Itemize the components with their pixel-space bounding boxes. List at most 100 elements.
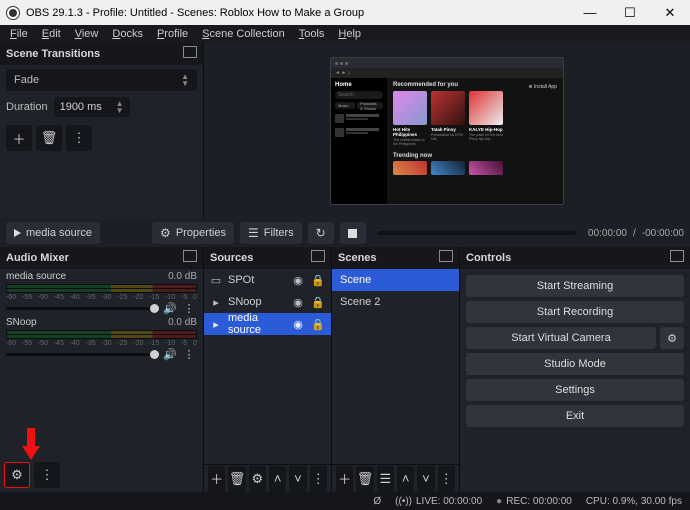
scene-move-down-button[interactable]: ˅ xyxy=(417,466,434,492)
visibility-icon[interactable]: ◉ xyxy=(291,318,305,331)
start-virtual-camera-button[interactable]: Start Virtual Camera xyxy=(466,327,656,349)
window-capture-icon: ▭ xyxy=(210,274,222,287)
app-icon xyxy=(6,6,20,20)
source-item[interactable]: ▸SNoop◉🔒 xyxy=(204,291,331,313)
menu-file[interactable]: File xyxy=(4,27,34,41)
popout-icon[interactable] xyxy=(313,252,325,265)
source-item[interactable]: ▸media source◉🔒 xyxy=(204,313,331,335)
window-titlebar: OBS 29.1.3 - Profile: Untitled - Scenes:… xyxy=(0,0,690,25)
program-preview[interactable]: ◄ ► ⌂ Home Search Music Podcasts & Shows… xyxy=(204,43,690,219)
speaker-icon[interactable]: 🔊 xyxy=(163,348,177,361)
exit-button[interactable]: Exit xyxy=(466,405,684,427)
start-streaming-button[interactable]: Start Streaming xyxy=(466,275,684,297)
window-close-button[interactable]: ✕ xyxy=(650,0,690,25)
source-move-down-button[interactable]: ˅ xyxy=(289,466,306,492)
speaker-icon[interactable]: 🔊 xyxy=(163,302,177,315)
mixer-channel: media source0.0 dB -60-55-50-45-40-35-30… xyxy=(0,269,203,315)
mixer-meter xyxy=(6,284,197,293)
status-cpu: CPU: 0.9%, 30.00 fps xyxy=(586,496,682,507)
scene-move-up-button[interactable]: ˄ xyxy=(397,466,414,492)
properties-button[interactable]: ⚙Properties xyxy=(152,222,234,244)
duration-value: 1900 ms xyxy=(60,101,102,113)
scene-options-button[interactable]: ⋮ xyxy=(438,466,455,492)
preview-install: ⊕ Install App xyxy=(528,84,557,90)
source-add-button[interactable]: ＋ xyxy=(208,466,225,492)
preview-rec-label: Recommended for you xyxy=(393,82,458,88)
transition-remove-button[interactable]: 🗑 xyxy=(36,125,62,151)
settings-button[interactable]: Settings xyxy=(466,379,684,401)
menu-view[interactable]: View xyxy=(69,27,105,41)
stop-media-button[interactable] xyxy=(340,222,366,244)
play-icon xyxy=(14,229,21,237)
popout-icon[interactable] xyxy=(672,252,684,265)
signal-icon: ((•)) xyxy=(395,496,412,507)
mixer-options-button[interactable]: ⋮ xyxy=(34,462,60,488)
transition-add-button[interactable]: ＋ xyxy=(6,125,32,151)
mixer-meter xyxy=(6,330,197,339)
visibility-icon[interactable]: ◉ xyxy=(291,274,305,287)
media-icon: ▸ xyxy=(210,318,222,331)
filters-button[interactable]: ☰Filters xyxy=(240,222,302,244)
menu-scene-collection[interactable]: Scene Collection xyxy=(196,27,291,41)
mixer-volume-slider[interactable] xyxy=(6,307,159,310)
restart-media-button[interactable]: ↻ xyxy=(308,222,334,244)
media-source-label: media source xyxy=(26,227,92,239)
menu-edit[interactable]: Edit xyxy=(36,27,67,41)
mixer-advanced-settings-button[interactable]: ⚙ xyxy=(4,462,30,488)
popout-icon[interactable] xyxy=(185,252,197,265)
media-seek-bar[interactable] xyxy=(378,231,576,235)
mixer-channel: SNoop0.0 dB -60-55-50-45-40-35-30-25-20-… xyxy=(0,315,203,361)
source-item[interactable]: ▭SPOt◉🔒 xyxy=(204,269,331,291)
scenes-title: Scenes xyxy=(338,252,377,264)
start-recording-button[interactable]: Start Recording xyxy=(466,301,684,323)
mixer-channel-options[interactable]: ⋮ xyxy=(181,348,197,361)
scene-item[interactable]: Scene xyxy=(332,269,459,291)
scenes-panel: Scenes Scene Scene 2 ＋ 🗑 ☰ ˄ ˅ ⋮ xyxy=(332,247,460,492)
lock-icon[interactable]: 🔒 xyxy=(311,274,325,287)
filters-icon: ☰ xyxy=(248,226,259,240)
scene-remove-button[interactable]: 🗑 xyxy=(356,466,373,492)
menu-docks[interactable]: Docks xyxy=(106,27,149,41)
scene-add-button[interactable]: ＋ xyxy=(336,466,353,492)
menu-profile[interactable]: Profile xyxy=(151,27,194,41)
source-move-up-button[interactable]: ˄ xyxy=(269,466,286,492)
preview-home: Home xyxy=(335,82,383,88)
status-live: ((•))LIVE: 00:00:00 xyxy=(395,496,482,507)
visibility-icon[interactable]: ◉ xyxy=(291,296,305,309)
source-remove-button[interactable]: 🗑 xyxy=(228,466,245,492)
studio-mode-button[interactable]: Studio Mode xyxy=(466,353,684,375)
record-icon: ● xyxy=(496,496,502,507)
status-no-broadcast: Ø xyxy=(373,496,381,507)
transition-options-button[interactable]: ⋮ xyxy=(66,125,92,151)
mixer-channel-name: SNoop xyxy=(6,317,37,328)
popout-icon[interactable] xyxy=(441,252,453,265)
status-bar: Ø ((•))LIVE: 00:00:00 ●REC: 00:00:00 CPU… xyxy=(0,492,690,510)
lock-icon[interactable]: 🔒 xyxy=(311,296,325,309)
controls-panel: Controls Start Streaming Start Recording… xyxy=(460,247,690,492)
media-controls-bar: media source ⚙Properties ☰Filters ↻ 00:0… xyxy=(0,219,690,247)
duration-input[interactable]: 1900 ms ▲▼ xyxy=(54,97,130,117)
mixer-volume-slider[interactable] xyxy=(6,353,159,356)
mixer-channel-name: media source xyxy=(6,271,66,282)
number-spinner-icon: ▲▼ xyxy=(116,100,124,114)
mixer-channel-options[interactable]: ⋮ xyxy=(181,302,197,315)
stop-icon xyxy=(348,229,357,238)
window-maximize-button[interactable]: ☐ xyxy=(610,0,650,25)
media-time-current: 00:00:00 xyxy=(588,228,627,239)
virtual-camera-settings-button[interactable]: ⚙ xyxy=(660,327,684,349)
media-play-button[interactable]: media source xyxy=(6,222,100,244)
transition-select[interactable]: Fade ▲▼ xyxy=(6,69,197,91)
lock-icon[interactable]: 🔒 xyxy=(311,318,325,331)
sources-panel: Sources ▭SPOt◉🔒 ▸SNoop◉🔒 ▸media source◉🔒… xyxy=(204,247,332,492)
source-options-button[interactable]: ⋮ xyxy=(310,466,327,492)
window-minimize-button[interactable]: — xyxy=(570,0,610,25)
source-properties-button[interactable]: ⚙ xyxy=(249,466,266,492)
menu-tools[interactable]: Tools xyxy=(293,27,331,41)
preview-tab-music: Music xyxy=(335,102,355,109)
scene-item[interactable]: Scene 2 xyxy=(332,291,459,313)
menu-help[interactable]: Help xyxy=(332,27,367,41)
popout-icon[interactable] xyxy=(185,48,197,61)
scene-filters-button[interactable]: ☰ xyxy=(377,466,394,492)
gear-icon: ⚙ xyxy=(160,226,171,240)
preview-search: Search xyxy=(335,91,383,99)
